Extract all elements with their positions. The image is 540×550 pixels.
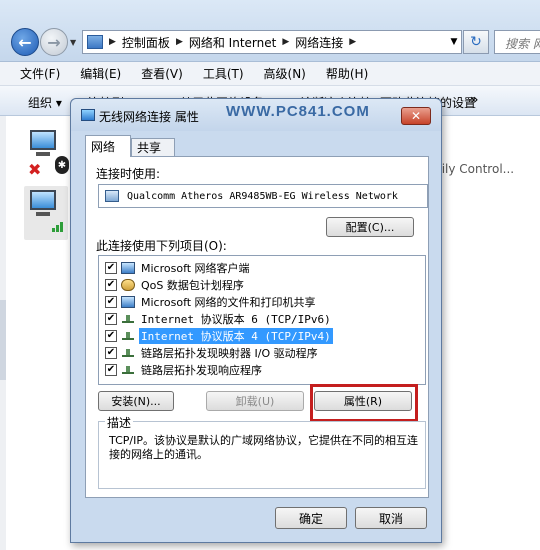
chevron-right-icon[interactable]: ▶ bbox=[349, 37, 356, 47]
item-checkbox[interactable]: ✔ bbox=[105, 313, 117, 325]
qos-scheduler-icon bbox=[121, 279, 135, 291]
address-dropdown-icon[interactable]: ▼ bbox=[446, 31, 462, 53]
description-text: TCP/IP。该协议是默认的广域网络协议，它提供在不同的相互连接的网络上的通讯。 bbox=[109, 434, 418, 461]
protocol-icon bbox=[121, 364, 135, 376]
left-scroll-thumb[interactable] bbox=[0, 300, 6, 380]
signal-bar bbox=[60, 222, 63, 232]
network-tab-panel: 连接时使用: Qualcomm Atheros AR9485WB-EG Wire… bbox=[85, 156, 429, 498]
arrow-left-icon: ← bbox=[18, 32, 32, 52]
dialog-title: 无线网络连接 属性 bbox=[99, 110, 199, 124]
chevron-right-icon[interactable]: ▶ bbox=[282, 37, 289, 47]
connection-items-list[interactable]: ✔ Microsoft 网络客户端 ✔ QoS 数据包计划程序 ✔ Micros… bbox=[98, 255, 426, 385]
properties-dialog: 无线网络连接 属性 WWW.PC841.COM ✕ 网络 共享 连接时使用: Q… bbox=[70, 98, 442, 543]
menu-advanced[interactable]: 高级(N) bbox=[252, 65, 314, 82]
menu-edit[interactable]: 编辑(E) bbox=[68, 65, 129, 82]
cancel-button[interactable]: 取消 bbox=[355, 507, 427, 529]
search-input[interactable]: 搜索 网络 bbox=[494, 30, 540, 54]
toolbar-more-icon[interactable]: » bbox=[470, 92, 479, 108]
adapter-name: Qualcomm Atheros AR9485WB-EG Wireless Ne… bbox=[127, 190, 398, 202]
toolbar-organize[interactable]: 组织 ▾ bbox=[28, 94, 62, 111]
protocol-icon bbox=[121, 313, 135, 325]
list-item[interactable]: ✔ 链路层拓扑发现映射器 I/O 驱动程序 bbox=[105, 345, 320, 361]
chevron-right-icon[interactable]: ▶ bbox=[176, 37, 183, 47]
address-bar[interactable]: ▶ 控制面板 ▶ 网络和 Internet ▶ 网络连接 ▶ bbox=[82, 30, 462, 54]
forward-button[interactable]: → bbox=[40, 28, 68, 56]
close-icon: ✕ bbox=[410, 109, 422, 123]
menu-bar: 文件(F) 编辑(E) 查看(V) 工具(T) 高级(N) 帮助(H) bbox=[0, 62, 540, 86]
item-checkbox[interactable]: ✔ bbox=[105, 262, 117, 274]
ok-button[interactable]: 确定 bbox=[275, 507, 347, 529]
item-checkbox[interactable]: ✔ bbox=[105, 364, 117, 376]
monitor-icon bbox=[30, 190, 56, 210]
install-button[interactable]: 安装(N)... bbox=[98, 391, 174, 411]
item-checkbox[interactable]: ✔ bbox=[105, 279, 117, 291]
list-item-selected[interactable]: ✔ Internet 协议版本 4 (TCP/IPv4) bbox=[105, 328, 333, 344]
network-icon bbox=[81, 109, 95, 121]
breadcrumb-network-connections[interactable]: 网络连接 bbox=[295, 34, 343, 51]
list-item[interactable]: ✔ Microsoft 网络客户端 bbox=[105, 260, 252, 276]
history-dropdown-icon[interactable]: ▼ bbox=[70, 38, 76, 47]
breadcrumb-network-internet[interactable]: 网络和 Internet bbox=[189, 34, 276, 51]
arrow-right-icon: → bbox=[47, 32, 61, 52]
protocol-icon bbox=[121, 347, 135, 359]
connect-using-label: 连接时使用: bbox=[96, 167, 161, 181]
item-label: 链路层拓扑发现映射器 I/O 驱动程序 bbox=[141, 347, 318, 360]
uninstall-button[interactable]: 卸载(U) bbox=[206, 391, 304, 411]
disconnected-x-icon: ✖ bbox=[28, 160, 42, 179]
refresh-button[interactable]: ↻ bbox=[463, 30, 489, 54]
tab-network[interactable]: 网络 bbox=[85, 135, 131, 157]
item-checkbox[interactable]: ✔ bbox=[105, 296, 117, 308]
menu-file[interactable]: 文件(F) bbox=[0, 65, 68, 82]
item-label: Internet 协议版本 4 (TCP/IPv4) bbox=[139, 328, 333, 344]
monitor-stand bbox=[36, 212, 50, 216]
signal-bar bbox=[52, 228, 55, 232]
item-checkbox[interactable]: ✔ bbox=[105, 330, 117, 342]
item-checkbox[interactable]: ✔ bbox=[105, 347, 117, 359]
item-label: QoS 数据包计划程序 bbox=[141, 279, 244, 292]
dialog-title-bar[interactable]: 无线网络连接 属性 WWW.PC841.COM ✕ bbox=[71, 99, 441, 131]
monitor-stand bbox=[36, 152, 50, 156]
network-client-icon bbox=[121, 262, 135, 274]
adapter-description-text: mily Control... bbox=[430, 162, 515, 176]
highlight-annotation bbox=[310, 384, 418, 422]
signal-strength-icon bbox=[52, 220, 66, 232]
back-button[interactable]: ← bbox=[11, 28, 39, 56]
configure-button[interactable]: 配置(C)... bbox=[326, 217, 414, 237]
list-item[interactable]: ✔ 链路层拓扑发现响应程序 bbox=[105, 362, 264, 378]
list-item[interactable]: ✔ Internet 协议版本 6 (TCP/IPv6) bbox=[105, 311, 333, 327]
item-label: Internet 协议版本 6 (TCP/IPv6) bbox=[141, 313, 331, 326]
list-item[interactable]: ✔ QoS 数据包计划程序 bbox=[105, 277, 246, 293]
menu-view[interactable]: 查看(V) bbox=[129, 65, 191, 82]
items-label: 此连接使用下列项目(O): bbox=[96, 239, 227, 253]
refresh-icon: ↻ bbox=[470, 34, 482, 50]
menu-tools[interactable]: 工具(T) bbox=[191, 65, 252, 82]
list-item[interactable]: ✔ Microsoft 网络的文件和打印机共享 bbox=[105, 294, 318, 310]
file-printer-sharing-icon bbox=[121, 296, 135, 308]
close-button[interactable]: ✕ bbox=[401, 107, 431, 125]
network-adapter-icon bbox=[105, 190, 119, 202]
item-label: Microsoft 网络客户端 bbox=[141, 262, 250, 275]
chevron-right-icon: ▶ bbox=[109, 37, 116, 47]
adapter-name-field: Qualcomm Atheros AR9485WB-EG Wireless Ne… bbox=[98, 184, 428, 208]
item-label: 链路层拓扑发现响应程序 bbox=[141, 364, 262, 377]
site-watermark: WWW.PC841.COM bbox=[226, 103, 370, 120]
signal-bar bbox=[56, 225, 59, 232]
explorer-navigation-bar: ← → ▼ ▶ 控制面板 ▶ 网络和 Internet ▶ 网络连接 ▶ ▼ ↻… bbox=[0, 0, 540, 62]
tab-sharing[interactable]: 共享 bbox=[131, 138, 175, 156]
protocol-icon bbox=[121, 330, 135, 342]
menu-help[interactable]: 帮助(H) bbox=[314, 65, 376, 82]
description-group: 描述 TCP/IP。该协议是默认的广域网络协议，它提供在不同的相互连接的网络上的… bbox=[98, 414, 426, 489]
monitor-icon bbox=[30, 130, 56, 150]
description-title: 描述 bbox=[105, 414, 134, 431]
breadcrumb-control-panel[interactable]: 控制面板 bbox=[122, 34, 170, 51]
item-label: Microsoft 网络的文件和打印机共享 bbox=[141, 296, 316, 309]
bluetooth-icon: ✱ bbox=[55, 156, 69, 174]
control-panel-icon bbox=[87, 35, 103, 49]
